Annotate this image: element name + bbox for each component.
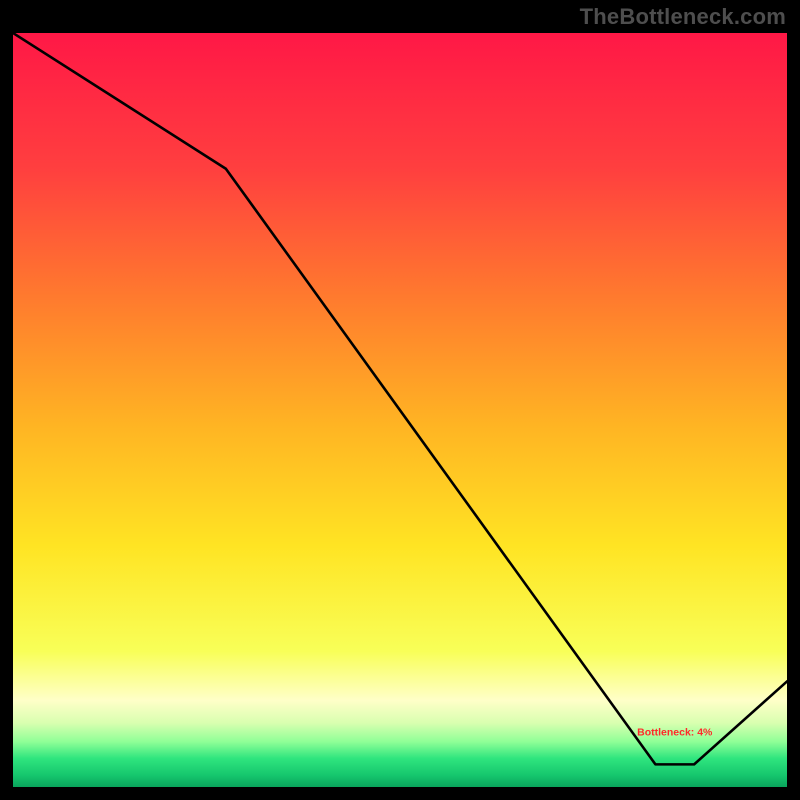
watermark-text: TheBottleneck.com <box>580 4 786 30</box>
chart-svg: Bottleneck: 4% <box>13 33 787 787</box>
chart-annotation: Bottleneck: 4% <box>637 727 713 739</box>
chart-frame: Bottleneck: 4% <box>13 33 787 787</box>
chart-plot-area: Bottleneck: 4% <box>13 33 787 787</box>
